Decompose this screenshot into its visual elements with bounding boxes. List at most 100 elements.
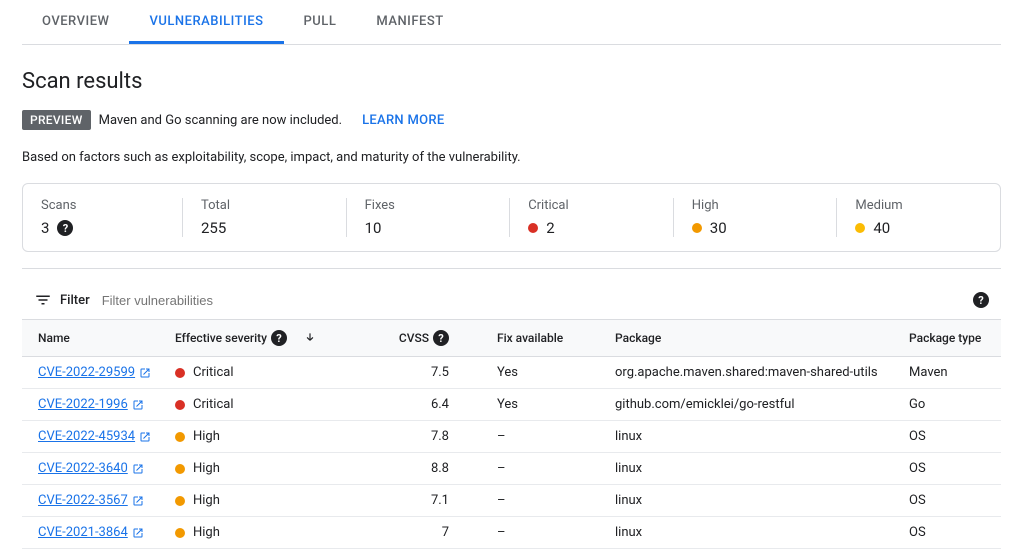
cvss-value: 7 — [367, 517, 457, 549]
severity-cell: Critical — [175, 365, 359, 380]
cvss-value: 7.5 — [367, 357, 457, 389]
severity-text: High — [193, 429, 220, 444]
table-row: CVE-2022-29599 Critical 7.5Yesorg.apache.… — [22, 357, 1001, 389]
cvss-value: 7.1 — [367, 485, 457, 517]
tab-pull[interactable]: PULL — [284, 0, 357, 44]
help-icon[interactable]: ? — [57, 220, 73, 236]
page-title: Scan results — [22, 69, 1001, 94]
stats-card: Scans 3 ? Total 255 Fixes 10 Critical 2 … — [22, 183, 1001, 252]
stat-value: 10 — [365, 219, 382, 237]
severity-text: Critical — [193, 365, 233, 380]
package-type-value: Maven — [901, 357, 1001, 389]
tab-overview[interactable]: OVERVIEW — [22, 0, 129, 44]
table-row: CVE-2022-3567 High7.1–linuxOS — [22, 485, 1001, 517]
preview-banner: PREVIEW Maven and Go scanning are now in… — [22, 110, 1001, 130]
vulnerabilities-table: Name Effective severity ? CVSS ? Fix ava… — [22, 319, 1001, 549]
package-value: linux — [607, 421, 901, 453]
fix-value: – — [457, 421, 607, 453]
severity-cell: High — [175, 429, 359, 444]
severity-dot-icon — [175, 368, 185, 378]
fix-value: Yes — [457, 389, 607, 421]
fix-value: – — [457, 485, 607, 517]
column-type[interactable]: Package type — [901, 320, 1001, 357]
external-link-icon — [139, 431, 151, 443]
package-value: org.apache.maven.shared:maven-shared-uti… — [607, 357, 901, 389]
external-link-icon — [139, 367, 151, 379]
stat-label: Scans — [41, 198, 164, 213]
learn-more-link[interactable]: LEARN MORE — [362, 113, 444, 128]
package-type-value: OS — [901, 517, 1001, 549]
stat-scans: Scans 3 ? — [23, 198, 183, 237]
cvss-value: 7.8 — [367, 421, 457, 453]
cve-link[interactable]: CVE-2022-3640 — [38, 461, 144, 476]
preview-text: Maven and Go scanning are now included. — [99, 113, 342, 128]
severity-dot-icon — [175, 464, 185, 474]
critical-dot-icon — [528, 223, 538, 233]
medium-dot-icon — [855, 223, 865, 233]
tab-vulnerabilities[interactable]: VULNERABILITIES — [129, 0, 283, 44]
fix-value: – — [457, 517, 607, 549]
severity-text: High — [193, 493, 220, 508]
help-icon[interactable]: ? — [271, 330, 287, 346]
help-icon[interactable]: ? — [433, 330, 449, 346]
severity-cell: High — [175, 525, 359, 540]
fix-value: Yes — [457, 357, 607, 389]
external-link-icon — [132, 527, 144, 539]
table-row: CVE-2022-3640 High8.8–linuxOS — [22, 453, 1001, 485]
table-row: CVE-2022-1996 Critical 6.4Yesgithub.com/e… — [22, 389, 1001, 421]
fix-value: – — [457, 453, 607, 485]
cve-link[interactable]: CVE-2022-3567 — [38, 493, 144, 508]
filter-input[interactable] — [102, 293, 973, 308]
severity-dot-icon — [175, 432, 185, 442]
column-fix[interactable]: Fix available — [457, 320, 607, 357]
filter-icon — [34, 291, 52, 309]
external-link-icon — [132, 463, 144, 475]
cve-link[interactable]: CVE-2022-29599 — [38, 365, 151, 380]
stat-label: Medium — [855, 198, 982, 213]
package-type-value: Go — [901, 389, 1001, 421]
tab-manifest[interactable]: MANIFEST — [356, 0, 463, 44]
cve-link[interactable]: CVE-2022-1996 — [38, 397, 144, 412]
cvss-value: 6.4 — [367, 389, 457, 421]
stat-high: High 30 — [674, 198, 838, 237]
stat-critical: Critical 2 — [510, 198, 674, 237]
stat-label: High — [692, 198, 819, 213]
stat-medium: Medium 40 — [837, 198, 1000, 237]
package-type-value: OS — [901, 421, 1001, 453]
preview-badge: PREVIEW — [22, 110, 91, 130]
package-type-value: OS — [901, 453, 1001, 485]
severity-cell: High — [175, 461, 359, 476]
table-row: CVE-2021-3864 High7–linuxOS — [22, 517, 1001, 549]
cve-link[interactable]: CVE-2022-45934 — [38, 429, 151, 444]
column-severity-label: Effective severity — [175, 331, 267, 345]
severity-text: High — [193, 461, 220, 476]
stat-label: Fixes — [365, 198, 492, 213]
cve-link[interactable]: CVE-2021-3864 — [38, 525, 144, 540]
tabs-bar: OVERVIEW VULNERABILITIES PULL MANIFEST — [22, 0, 1001, 45]
package-value: linux — [607, 453, 901, 485]
severity-dot-icon — [175, 496, 185, 506]
filter-label: Filter — [60, 293, 90, 308]
high-dot-icon — [692, 223, 702, 233]
stat-value: 30 — [710, 219, 727, 237]
stat-total: Total 255 — [183, 198, 347, 237]
severity-cell: Critical — [175, 397, 359, 412]
stat-value: 2 — [546, 219, 554, 237]
external-link-icon — [132, 399, 144, 411]
stat-value: 3 — [41, 219, 49, 237]
column-cvss[interactable]: CVSS ? — [367, 320, 457, 357]
sort-down-icon — [303, 331, 317, 345]
package-value: github.com/emicklei/go-restful — [607, 389, 901, 421]
column-name[interactable]: Name — [22, 320, 167, 357]
severity-cell: High — [175, 493, 359, 508]
column-cvss-label: CVSS — [399, 331, 429, 345]
help-icon[interactable]: ? — [973, 292, 989, 308]
table-row: CVE-2022-45934 High 7.8–linuxOS — [22, 421, 1001, 453]
severity-dot-icon — [175, 400, 185, 410]
severity-text: Critical — [193, 397, 233, 412]
column-severity[interactable]: Effective severity ? — [167, 320, 367, 357]
package-value: linux — [607, 485, 901, 517]
divider — [22, 268, 1001, 269]
stat-fixes: Fixes 10 — [347, 198, 511, 237]
column-package[interactable]: Package — [607, 320, 901, 357]
